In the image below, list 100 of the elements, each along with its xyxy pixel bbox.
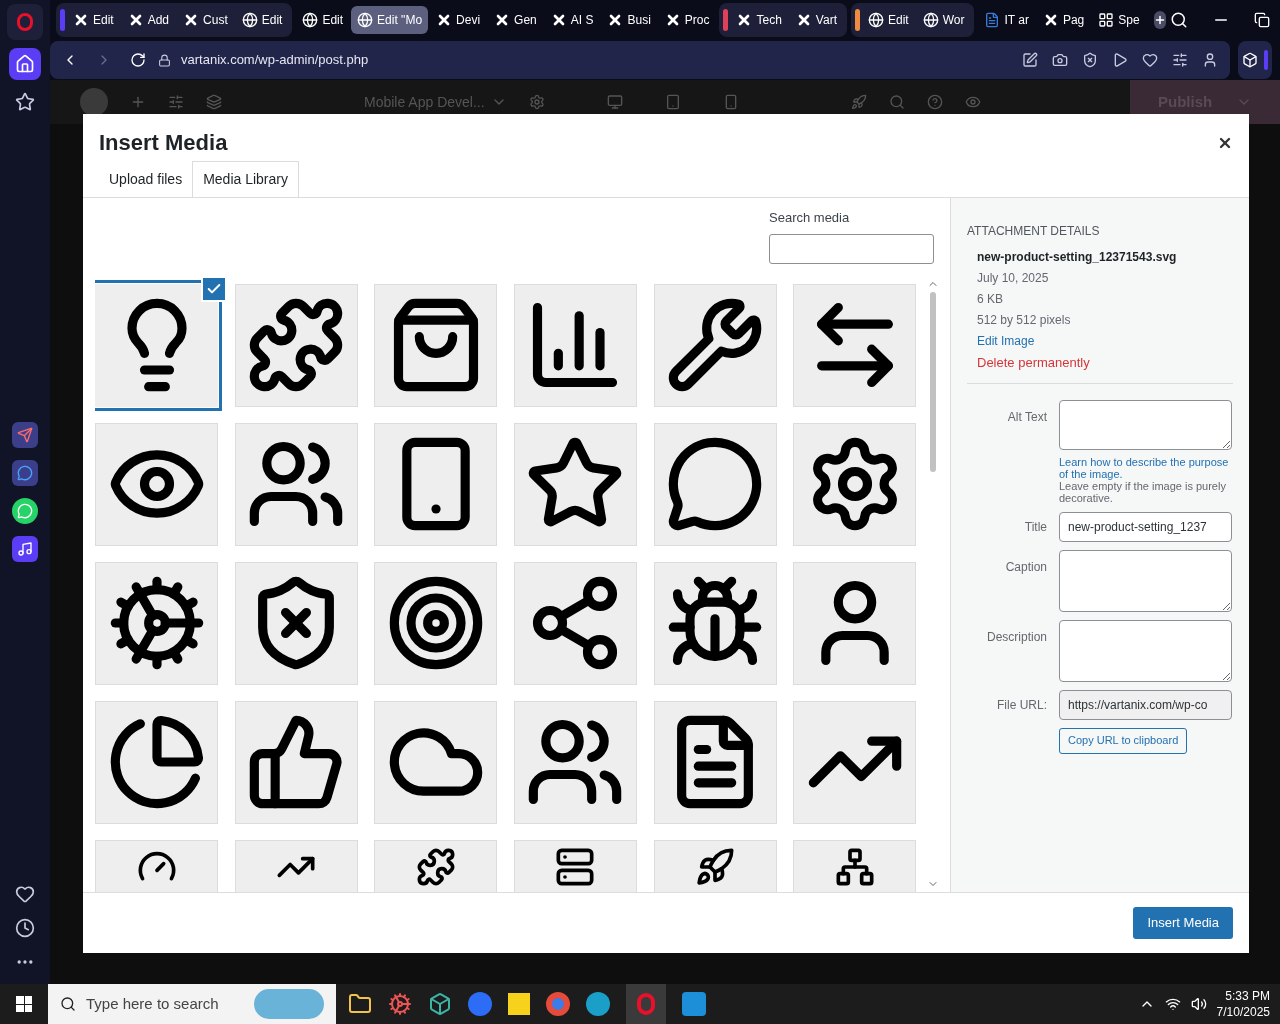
- field-label: Caption: [1004, 558, 1047, 576]
- browser-tab[interactable]: Gen: [488, 6, 543, 34]
- menu-icon[interactable]: [1172, 52, 1188, 68]
- media-thumbnail[interactable]: [234, 283, 358, 407]
- media-thumbnail[interactable]: [653, 839, 777, 892]
- globe-icon: [867, 12, 884, 28]
- media-thumbnail[interactable]: [653, 422, 777, 546]
- star-icon[interactable]: [15, 92, 35, 112]
- gear-icon[interactable]: [528, 94, 545, 110]
- browser-tab[interactable]: Edit "Mo: [351, 6, 429, 34]
- browser-tab[interactable]: Edit: [296, 6, 350, 34]
- browser-tab[interactable]: AI S: [544, 6, 600, 34]
- heart-icon[interactable]: [15, 884, 35, 904]
- browser-tab[interactable]: Busi: [601, 6, 657, 34]
- media-thumbnail[interactable]: [514, 561, 637, 685]
- shield-icon[interactable]: [1082, 52, 1098, 68]
- dialog-tab[interactable]: Upload files: [99, 161, 193, 197]
- reload-icon[interactable]: [130, 52, 146, 68]
- clock-time[interactable]: 5:33 PM: [1225, 988, 1270, 1004]
- eye-icon[interactable]: [964, 94, 981, 110]
- media-thumbnail[interactable]: [514, 422, 637, 546]
- media-thumbnail[interactable]: [793, 700, 917, 824]
- extension-button[interactable]: [1238, 41, 1272, 79]
- search-highlight-drawing: [254, 989, 324, 1019]
- media-thumbnail[interactable]: [95, 700, 218, 824]
- clock-icon[interactable]: [15, 918, 35, 938]
- media-thumbnail[interactable]: [514, 283, 637, 407]
- help-icon[interactable]: [926, 94, 943, 110]
- media-thumbnail[interactable]: [234, 561, 358, 685]
- edit-image-link[interactable]: Edit Image: [977, 332, 1035, 350]
- search-field[interactable]: [769, 233, 934, 264]
- tablet-icon[interactable]: [664, 94, 681, 110]
- sliders-icon[interactable]: [168, 94, 184, 110]
- home-button[interactable]: [9, 48, 41, 80]
- file-url-field[interactable]: https://vartanix.com/wp-co: [1059, 689, 1232, 720]
- media-thumbnail[interactable]: [793, 839, 917, 892]
- media-thumbnail[interactable]: [653, 700, 777, 824]
- media-thumbnail[interactable]: [234, 700, 358, 824]
- media-thumbnail[interactable]: [374, 700, 498, 824]
- media-thumbnail[interactable]: [374, 422, 498, 546]
- browser-tab[interactable]: Tech: [730, 6, 788, 34]
- media-thumbnail[interactable]: [653, 561, 777, 685]
- desktop-icon[interactable]: [606, 94, 623, 110]
- restore-icon[interactable]: [1253, 12, 1270, 28]
- layers-icon[interactable]: [206, 94, 222, 110]
- app-icon[interactable]: [388, 992, 412, 1016]
- title-field[interactable]: new-product-setting_1237: [1059, 511, 1232, 542]
- media-thumbnail[interactable]: [95, 561, 218, 685]
- browser-tab[interactable]: Edit: [235, 6, 289, 34]
- browser-tab[interactable]: Edit: [861, 6, 915, 34]
- browser-tab[interactable]: Edit: [67, 6, 120, 34]
- new-tab-button[interactable]: [1153, 11, 1166, 29]
- media-thumbnail[interactable]: [374, 283, 498, 407]
- clock-date[interactable]: 7/10/2025: [1216, 1004, 1270, 1020]
- taskbar-search-field[interactable]: Type here to search: [48, 984, 336, 1024]
- check-badge[interactable]: [200, 275, 227, 302]
- media-thumbnail[interactable]: [653, 283, 777, 407]
- browser-tab[interactable]: IT ar: [978, 6, 1035, 34]
- browser-tab[interactable]: Pag: [1036, 6, 1091, 34]
- play-icon[interactable]: [1112, 52, 1128, 68]
- opera-logo-icon[interactable]: [7, 4, 43, 40]
- media-thumbnail[interactable]: [234, 839, 358, 892]
- media-thumbnail[interactable]: [793, 283, 917, 407]
- media-thumbnail[interactable]: [234, 422, 358, 546]
- media-thumbnail[interactable]: [95, 422, 218, 546]
- copy-url-button[interactable]: Copy URL to clipboard: [1059, 727, 1188, 754]
- browser-tab[interactable]: Wor: [916, 6, 971, 34]
- media-thumbnail[interactable]: [514, 700, 637, 824]
- folder-app-icon[interactable]: [348, 992, 372, 1016]
- alt-text-field[interactable]: [1059, 399, 1232, 450]
- search-icon[interactable]: [1169, 11, 1188, 29]
- description-field[interactable]: [1059, 619, 1232, 682]
- edit-icon[interactable]: [1022, 52, 1038, 68]
- music-app-icon[interactable]: [12, 536, 38, 562]
- media-thumbnail[interactable]: [374, 839, 498, 892]
- user-icon[interactable]: [1202, 52, 1218, 68]
- help-link[interactable]: Learn how to describe the purpose of the image.: [1059, 455, 1232, 480]
- dialog-tab[interactable]: Media Library: [192, 161, 299, 197]
- browser-tab[interactable]: Cust: [177, 6, 234, 34]
- media-thumbnail[interactable]: [793, 561, 917, 685]
- media-thumbnail[interactable]: [95, 839, 218, 892]
- browser-tab[interactable]: Vart: [789, 6, 843, 34]
- app-icon[interactable]: [428, 992, 452, 1016]
- media-thumbnail[interactable]: [374, 561, 498, 685]
- browser-tab[interactable]: Spe: [1092, 6, 1146, 34]
- rocket-icon[interactable]: [850, 94, 867, 110]
- browser-tab[interactable]: Devi: [430, 6, 487, 34]
- insert-media-button[interactable]: Insert Media: [1133, 907, 1233, 939]
- opera-app-icon[interactable]: [626, 984, 666, 1024]
- address-url[interactable]: vartanix.com/wp-admin/post.php: [181, 50, 369, 70]
- caption-field[interactable]: [1059, 549, 1232, 612]
- browser-tab[interactable]: Add: [121, 6, 176, 34]
- browser-tab[interactable]: Proc: [658, 6, 716, 34]
- media-thumbnail[interactable]: [514, 839, 637, 892]
- delete-link[interactable]: Delete permanently: [977, 353, 1090, 373]
- network-icon[interactable]: [1164, 996, 1181, 1012]
- volume-icon[interactable]: [1190, 996, 1207, 1012]
- camera-icon[interactable]: [1052, 52, 1068, 68]
- heart-icon[interactable]: [1142, 52, 1158, 68]
- media-thumbnail[interactable]: [793, 422, 917, 546]
